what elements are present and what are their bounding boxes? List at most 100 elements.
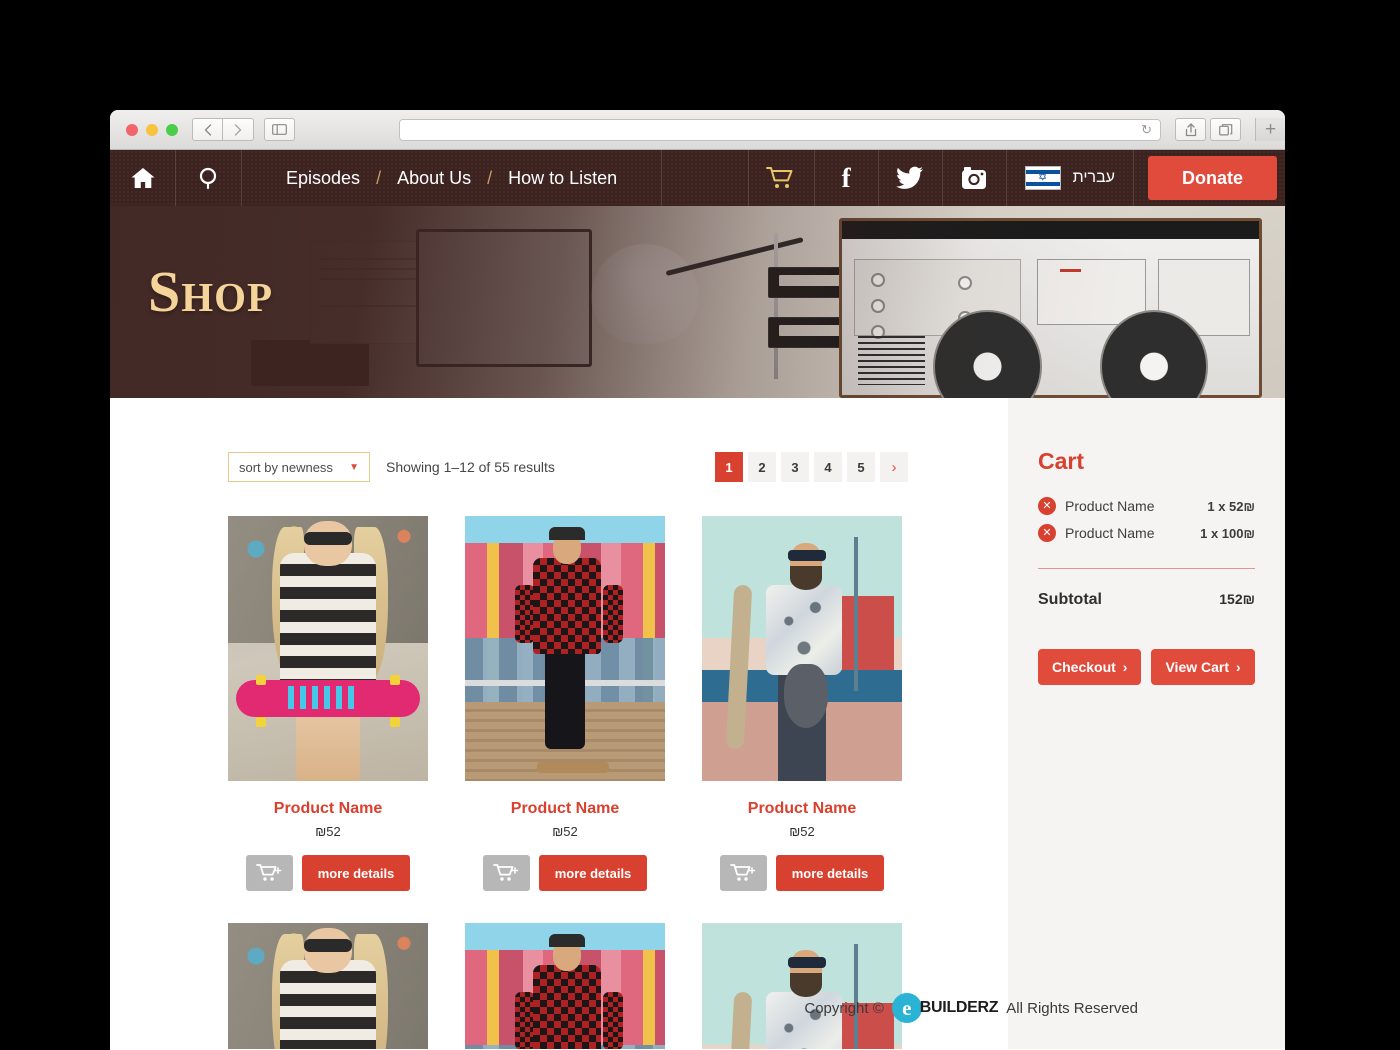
chevron-right-icon xyxy=(234,123,242,136)
window-controls xyxy=(126,123,178,136)
address-bar[interactable]: ↻ xyxy=(399,118,1161,141)
add-to-cart-button[interactable] xyxy=(482,855,530,891)
cart-item-quantity-price: 1 x 100₪ xyxy=(1200,525,1255,541)
chevron-right-icon: › xyxy=(1122,659,1128,675)
product-image-man-plaid-shirt-skateboarding[interactable] xyxy=(465,923,665,1049)
shopping-cart-icon xyxy=(766,167,793,188)
share-icon xyxy=(1185,122,1196,136)
remove-cart-item-button[interactable]: ✕ xyxy=(1038,524,1056,542)
add-to-cart-button[interactable] xyxy=(719,855,767,891)
language-label: עברית xyxy=(1072,169,1115,186)
checkout-button[interactable]: Checkout › xyxy=(1038,649,1142,685)
product-card: Product Name ₪52 more details xyxy=(702,516,902,891)
copyright-suffix: All Rights Reserved xyxy=(1006,999,1138,1017)
cart-item-quantity-price: 1 x 52₪ xyxy=(1207,498,1255,514)
back-button[interactable] xyxy=(192,118,223,141)
site-navigation: Episodes / About Us / How to Listen f ✡ xyxy=(110,150,1285,206)
nav-links-group: Episodes / About Us / How to Listen xyxy=(242,150,663,206)
page-button-2[interactable]: 2 xyxy=(748,452,776,482)
product-actions: more details xyxy=(702,855,902,891)
ebuilderz-logo[interactable]: e BUILDERZ xyxy=(891,993,999,1023)
sort-by-value: sort by newness xyxy=(239,459,333,475)
product-card: Product Name ₪52 xyxy=(465,923,665,1049)
reload-icon[interactable]: ↻ xyxy=(1141,122,1152,138)
nav-twitter-button[interactable] xyxy=(879,150,943,206)
ebuilderz-mark-icon: e xyxy=(891,993,922,1023)
product-image-bearded-man-with-longboard[interactable] xyxy=(702,516,902,781)
cart-item-name[interactable]: Product Name xyxy=(1065,498,1207,514)
home-icon xyxy=(131,168,154,188)
cart-subtotal-row: Subtotal 152₪ xyxy=(1038,591,1255,609)
new-tab-button[interactable]: + xyxy=(1255,118,1285,141)
product-grid: Product Name ₪52 more details Product Na… xyxy=(228,516,1008,1049)
maximize-window-button[interactable] xyxy=(166,123,178,136)
product-image-girl-with-pink-skateboard[interactable] xyxy=(228,923,428,1049)
product-card: Product Name ₪52 xyxy=(702,923,902,1049)
chevron-down-icon: ▼ xyxy=(349,461,359,473)
show-tabs-button[interactable] xyxy=(1210,118,1241,141)
more-details-button[interactable]: more details xyxy=(538,855,648,891)
product-image-man-plaid-shirt-skateboarding[interactable] xyxy=(465,516,665,781)
cart-item-row: ✕ Product Name 1 x 52₪ xyxy=(1038,497,1255,515)
page-next-button[interactable]: › xyxy=(880,452,908,482)
israel-flag-icon: ✡ xyxy=(1024,166,1061,190)
product-actions: more details xyxy=(228,855,428,891)
product-name[interactable]: Product Name xyxy=(465,800,665,818)
more-details-button[interactable]: more details xyxy=(301,855,411,891)
nav-search-button[interactable] xyxy=(176,150,242,206)
tabs-icon xyxy=(1218,124,1232,136)
product-name[interactable]: Product Name xyxy=(702,800,902,818)
product-price: ₪52 xyxy=(552,824,578,839)
page-button-5[interactable]: 5 xyxy=(847,452,875,482)
nav-facebook-button[interactable]: f xyxy=(815,150,879,206)
page-button-1[interactable]: 1 xyxy=(715,452,743,482)
page-title: Shop xyxy=(148,259,274,324)
page-button-3[interactable]: 3 xyxy=(781,452,809,482)
donate-button[interactable]: Donate xyxy=(1147,156,1277,200)
pagination: 1 2 3 4 5 › xyxy=(715,452,908,482)
hero-overlay xyxy=(110,206,1285,398)
product-price: ₪52 xyxy=(315,824,341,839)
results-count: Showing 1–12 of 55 results xyxy=(386,459,555,475)
language-selector[interactable]: ✡ עברית xyxy=(1007,150,1134,206)
add-to-cart-button[interactable] xyxy=(245,855,293,891)
product-image-bearded-man-with-longboard[interactable] xyxy=(702,923,902,1049)
facebook-icon: f xyxy=(841,162,851,193)
nav-link-episodes[interactable]: Episodes xyxy=(270,168,376,189)
product-name[interactable]: Product Name xyxy=(228,800,428,818)
nav-link-about-us[interactable]: About Us xyxy=(381,168,487,189)
subtotal-label: Subtotal xyxy=(1038,591,1102,608)
product-card: Product Name ₪52 more details xyxy=(228,516,428,891)
page-body: sort by newness ▼ Showing 1–12 of 55 res… xyxy=(110,398,1285,1049)
nav-link-how-to-listen[interactable]: How to Listen xyxy=(492,168,633,189)
cart-plus-icon xyxy=(493,864,519,881)
nav-instagram-button[interactable] xyxy=(943,150,1007,206)
nav-spacer xyxy=(662,150,749,206)
product-card: Product Name ₪52 more details xyxy=(465,516,665,891)
page-button-4[interactable]: 4 xyxy=(814,452,842,482)
product-image-girl-with-pink-skateboard[interactable] xyxy=(228,516,428,781)
toolbar-right-group: + xyxy=(1175,118,1285,141)
cart-item-name[interactable]: Product Name xyxy=(1065,525,1200,541)
forward-button[interactable] xyxy=(223,118,254,141)
instagram-icon xyxy=(962,167,987,189)
cart-plus-icon xyxy=(730,864,756,881)
cart-actions: Checkout › View Cart › xyxy=(1038,649,1255,685)
view-cart-button[interactable]: View Cart › xyxy=(1151,649,1255,685)
ebuilderz-wordmark: BUILDERZ xyxy=(919,999,999,1016)
sort-by-select[interactable]: sort by newness ▼ xyxy=(228,452,370,482)
minimize-window-button[interactable] xyxy=(146,123,158,136)
browser-window: ↻ + Episodes / About Us / How to Listen … xyxy=(110,110,1285,1050)
product-price: ₪52 xyxy=(789,824,815,839)
share-button[interactable] xyxy=(1175,118,1206,141)
remove-cart-item-button[interactable]: ✕ xyxy=(1038,497,1056,515)
close-window-button[interactable] xyxy=(126,123,138,136)
more-details-button[interactable]: more details xyxy=(775,855,885,891)
footer-copyright: Copyright © e BUILDERZ All Rights Reserv… xyxy=(110,993,1218,1023)
nav-home-button[interactable] xyxy=(110,150,176,206)
cart-divider xyxy=(1038,568,1255,569)
subtotal-value: 152₪ xyxy=(1219,591,1255,607)
sidebar-toggle-button[interactable] xyxy=(264,118,295,141)
hero-banner: Shop xyxy=(110,206,1285,398)
nav-cart-button[interactable] xyxy=(749,150,815,206)
